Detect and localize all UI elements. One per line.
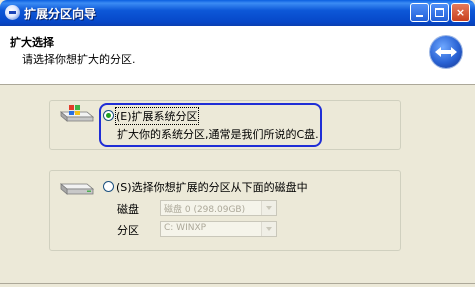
close-button[interactable]: × <box>451 3 470 22</box>
disk-label: 磁盘 <box>117 203 139 216</box>
header-title: 扩大选择 <box>10 36 54 49</box>
chevron-down-icon[interactable] <box>261 222 276 236</box>
maximize-icon <box>435 8 444 17</box>
focus-highlight <box>99 103 322 147</box>
system-drive-icon <box>59 105 95 122</box>
disk-select-value: 磁盘 0 (298.09GB) <box>164 205 246 215</box>
chevron-down-icon[interactable] <box>261 201 276 215</box>
partition-select-value: C: WINXP <box>164 223 207 233</box>
partition-select[interactable]: C: WINXP <box>160 221 277 237</box>
maximize-button[interactable] <box>430 3 449 22</box>
partition-label: 分区 <box>117 224 139 237</box>
hard-drive-icon <box>59 183 95 195</box>
header-subtitle: 请选择你想扩大的分区. <box>22 53 136 66</box>
title-bar[interactable]: 扩展分区向导 × <box>0 0 475 26</box>
minimize-button[interactable] <box>410 3 429 22</box>
app-icon <box>5 5 20 20</box>
disk-select[interactable]: 磁盘 0 (298.09GB) <box>160 200 277 216</box>
select-partition-radio[interactable] <box>103 181 114 192</box>
wizard-header: 扩大选择 请选择你想扩大的分区. <box>0 26 475 85</box>
wizard-logo-icon <box>430 36 462 68</box>
divider <box>0 283 475 284</box>
window-title: 扩展分区向导 <box>24 7 97 21</box>
select-partition-label[interactable]: (S)选择你想扩展的分区从下面的磁盘中 <box>116 179 308 195</box>
minimize-icon <box>416 15 423 17</box>
